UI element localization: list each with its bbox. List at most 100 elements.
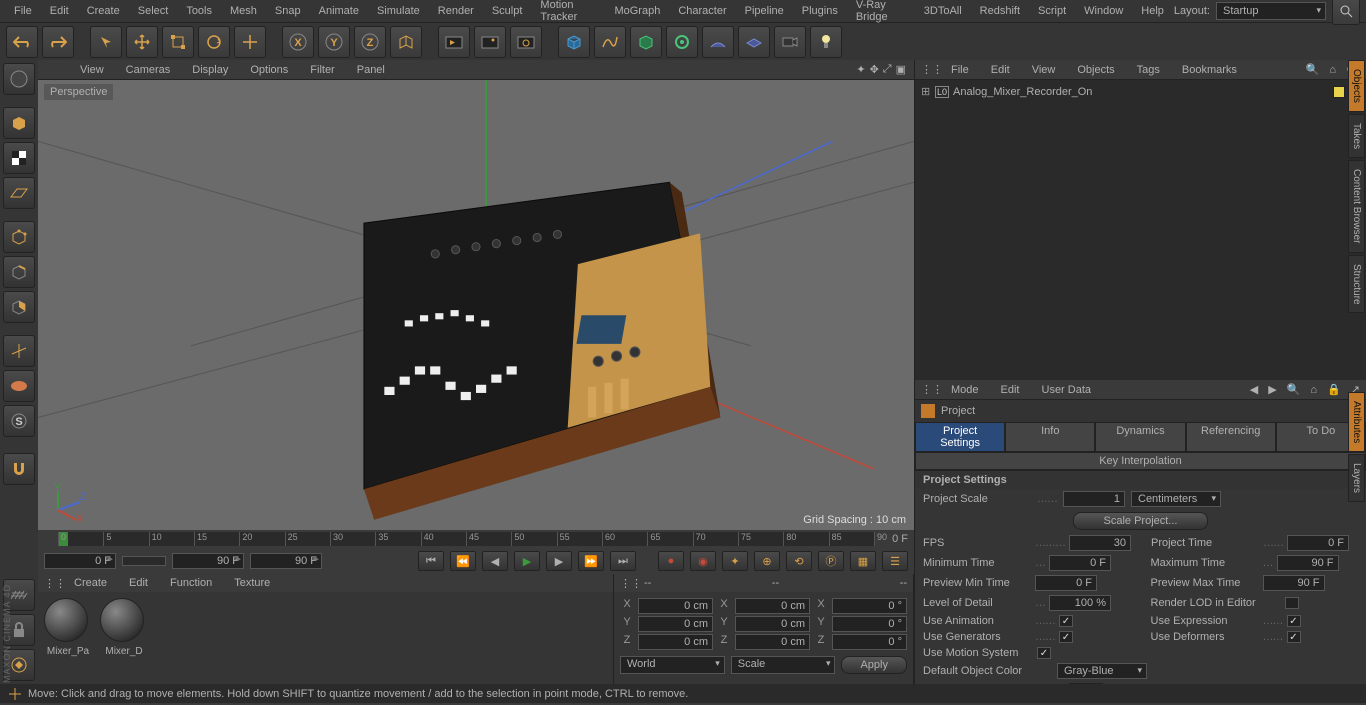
timeline-ruler[interactable]: 051015202530354045505560657075808590 0 F [38,530,914,548]
point-mode-icon[interactable] [3,221,35,253]
obj-menu-objects[interactable]: Objects [1071,62,1120,78]
lod-field[interactable]: 100 % [1049,595,1111,611]
timeline-window-icon[interactable]: ☰ [882,551,908,571]
obj-home-icon[interactable]: ⌂ [1329,64,1336,76]
environment-icon[interactable] [702,26,734,58]
mat-menu-function[interactable]: Function [164,575,218,591]
goto-end-icon[interactable]: ⏭ [610,551,636,571]
menu-motiontracker[interactable]: Motion Tracker [532,0,604,26]
render-lod-checkbox[interactable] [1285,597,1299,609]
redo-icon[interactable] [42,26,74,58]
layer-color-icon[interactable] [1333,86,1345,98]
obj-menu-bookmarks[interactable]: Bookmarks [1176,62,1243,78]
side-tab-layers[interactable]: Layers [1348,454,1365,502]
side-tab-objects[interactable]: Objects [1348,60,1365,112]
scale-tool-icon[interactable] [162,26,194,58]
last-tool-icon[interactable] [234,26,266,58]
rotate-tool-icon[interactable] [198,26,230,58]
side-tab-takes[interactable]: Takes [1348,114,1365,158]
layout-dropdown[interactable]: Startup [1216,2,1326,20]
edge-mode-icon[interactable] [3,256,35,288]
autokey-icon[interactable]: ◉ [690,551,716,571]
material-item[interactable]: Mixer_Pa [44,598,92,678]
menu-simulate[interactable]: Simulate [369,2,428,20]
side-tab-content[interactable]: Content Browser [1348,160,1365,252]
next-key-icon[interactable]: ⏩ [578,551,604,571]
use-animation-checkbox[interactable] [1059,615,1073,627]
coord-mode-dropdown[interactable]: World [620,656,725,674]
spline-icon[interactable] [594,26,626,58]
menu-file[interactable]: File [6,2,40,20]
fps-field[interactable]: 30 [1069,535,1131,551]
vp-menu-options[interactable]: Options [244,62,294,78]
y-axis-icon[interactable]: Y [318,26,350,58]
menu-render[interactable]: Render [430,2,482,20]
project-time-field[interactable]: 0 F [1287,535,1349,551]
rot-x-field[interactable]: 0 ° [832,598,907,614]
scale-project-button[interactable]: Scale Project... [1073,512,1209,530]
render-settings-icon[interactable] [510,26,542,58]
light-icon[interactable] [810,26,842,58]
rot-y-field[interactable]: 0 ° [832,616,907,632]
menu-mograph[interactable]: MoGraph [606,2,668,20]
tab-dynamics[interactable]: Dynamics [1095,422,1185,452]
vp-maximize-icon[interactable]: ▣ [896,63,906,76]
material-item[interactable]: Mixer_D [100,598,148,678]
viewport[interactable]: Perspective [38,80,914,530]
obj-search-icon[interactable]: 🔍 [1306,63,1320,76]
apply-button[interactable]: Apply [841,656,907,674]
obj-menu-tags[interactable]: Tags [1131,62,1166,78]
tweak-icon[interactable] [3,370,35,402]
keyframe-sel-icon[interactable]: ✦ [722,551,748,571]
size-z-field[interactable]: 0 cm [735,634,810,650]
goto-start-icon[interactable]: ⏮ [418,551,444,571]
deformer-icon[interactable] [666,26,698,58]
pos-z-field[interactable]: 0 cm [638,634,713,650]
move-tool-icon[interactable] [126,26,158,58]
z-axis-icon[interactable]: Z [354,26,386,58]
render-view-icon[interactable] [438,26,470,58]
menu-sculpt[interactable]: Sculpt [484,2,531,20]
model-mode-icon[interactable] [3,107,35,139]
menu-redshift[interactable]: Redshift [972,2,1028,20]
record-icon[interactable]: ● [658,551,684,571]
menu-script[interactable]: Script [1030,2,1074,20]
attr-search-icon[interactable]: 🔍 [1287,383,1301,396]
color-expand-icon[interactable]: ▸ [1057,684,1063,685]
menu-window[interactable]: Window [1076,2,1131,20]
next-frame-icon[interactable]: ▶ [546,551,572,571]
menu-animate[interactable]: Animate [311,2,367,20]
vp-menu-display[interactable]: Display [186,62,234,78]
min-time-field[interactable]: 0 F [1049,555,1111,571]
tab-info[interactable]: Info [1005,422,1095,452]
select-tool-icon[interactable] [90,26,122,58]
magnet-icon[interactable] [3,453,35,485]
mat-menu-edit[interactable]: Edit [123,575,154,591]
menu-help[interactable]: Help [1133,2,1172,20]
vp-menu-panel[interactable]: Panel [351,62,391,78]
use-expression-checkbox[interactable] [1287,615,1301,627]
menu-select[interactable]: Select [130,2,177,20]
snap-toggle-icon[interactable]: S [3,405,35,437]
side-tab-attributes[interactable]: Attributes [1348,392,1365,452]
key-pla-icon[interactable]: ▦ [850,551,876,571]
undo-icon[interactable] [6,26,38,58]
obj-menu-file[interactable]: File [945,62,975,78]
floor-icon[interactable] [738,26,770,58]
pos-x-field[interactable]: 0 cm [638,598,713,614]
rot-z-field[interactable]: 0 ° [832,634,907,650]
obj-menu-view[interactable]: View [1026,62,1062,78]
pmin-time-field[interactable]: 0 F [1035,575,1097,591]
side-tab-structure[interactable]: Structure [1348,255,1365,314]
mat-menu-create[interactable]: Create [68,575,113,591]
menu-snap[interactable]: Snap [267,2,309,20]
menu-tools[interactable]: Tools [178,2,220,20]
polygon-mode-icon[interactable] [3,291,35,323]
use-deformers-checkbox[interactable] [1287,631,1301,643]
x-axis-icon[interactable]: X [282,26,314,58]
range-slider[interactable] [122,556,166,566]
object-name[interactable]: Analog_Mixer_Recorder_On [953,86,1329,98]
menu-create[interactable]: Create [79,2,128,20]
generator-icon[interactable] [630,26,662,58]
object-manager[interactable]: ⊞ L0 Analog_Mixer_Recorder_On ⋮ [915,80,1366,380]
